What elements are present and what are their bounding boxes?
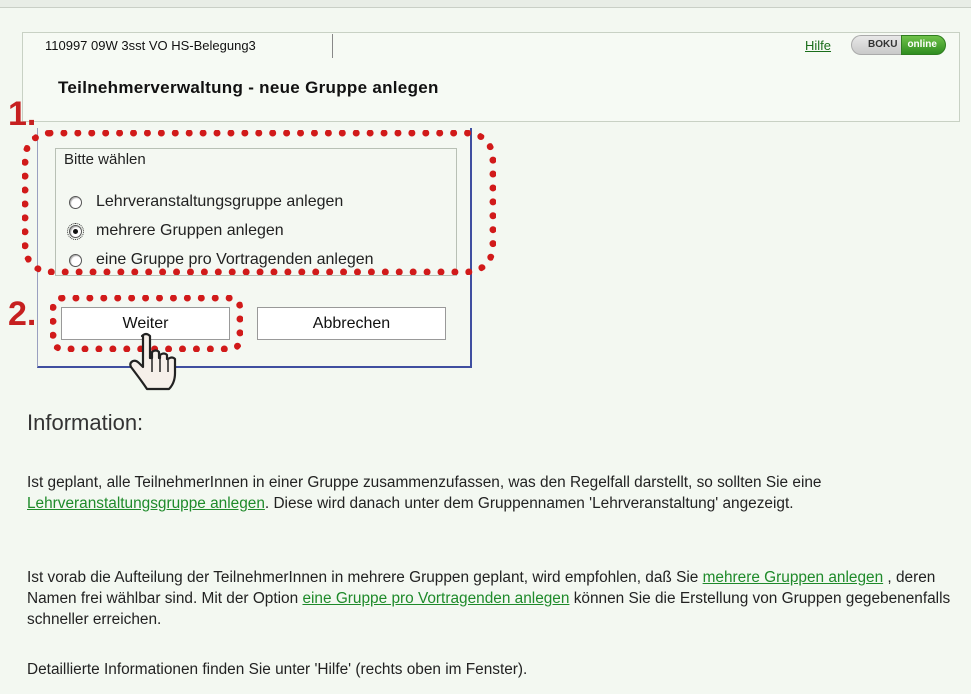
link-lv-group[interactable]: Lehrveranstaltungsgruppe anlegen [27, 495, 265, 512]
cancel-button[interactable]: Abbrechen [257, 307, 446, 340]
info-paragraph-3: Detaillierte Informationen finden Sie un… [27, 661, 528, 678]
page-title: Teilnehmerverwaltung - neue Gruppe anleg… [58, 78, 439, 97]
window-top-edge [0, 0, 971, 8]
step-marker-2: 2. [8, 295, 37, 333]
link-multiple-groups[interactable]: mehrere Gruppen anlegen [703, 569, 884, 586]
info-paragraph-2: Ist vorab die Aufteilung der TeilnehmerI… [27, 567, 957, 630]
course-tab[interactable]: 110997 09W 3sst VO HS-Belegung3 [33, 34, 333, 58]
hand-cursor-icon [129, 332, 177, 391]
step-marker-1: 1. [8, 95, 37, 133]
info-text: Ist geplant, alle TeilnehmerInnen in ein… [27, 474, 822, 491]
info-heading: Information: [27, 410, 144, 435]
logo-boku-text: BOKU [851, 35, 902, 55]
help-link[interactable]: Hilfe [805, 38, 831, 53]
boku-online-logo[interactable]: BOKU online [851, 35, 946, 55]
link-group-per-lecturer[interactable]: eine Gruppe pro Vortragenden anlegen [302, 590, 569, 607]
info-paragraph-1: Ist geplant, alle TeilnehmerInnen in ein… [27, 472, 957, 514]
highlight-frame-step-1 [22, 130, 496, 275]
info-text: Ist vorab die Aufteilung der TeilnehmerI… [27, 569, 703, 586]
info-text: . Diese wird danach unter dem Gruppennam… [264, 495, 794, 512]
logo-online-text: online [901, 35, 946, 55]
